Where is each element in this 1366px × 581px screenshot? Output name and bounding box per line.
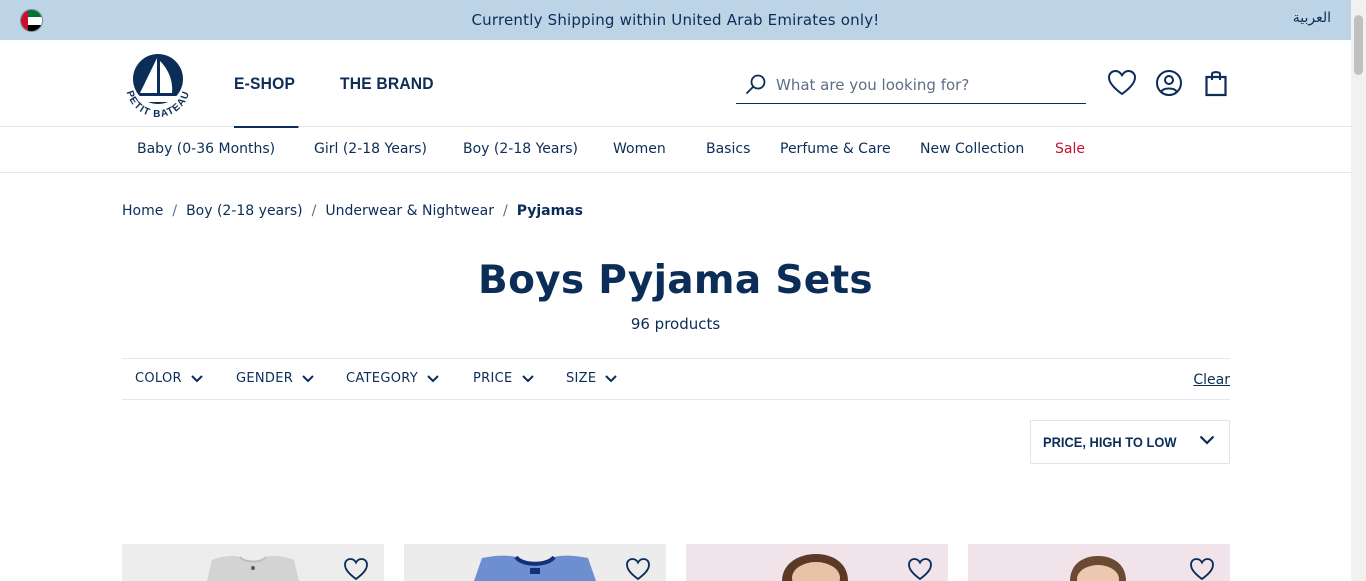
category-new-collection[interactable]: New Collection: [920, 141, 1024, 157]
clear-filters-link[interactable]: Clear: [1193, 372, 1230, 388]
filter-category[interactable]: CATEGORY: [346, 371, 439, 386]
breadcrumb-current: Pyjamas: [516, 203, 583, 219]
header-icons: [1107, 68, 1248, 98]
wishlist-heart-icon[interactable]: [907, 557, 933, 581]
breadcrumb-home[interactable]: Home: [122, 203, 163, 219]
wishlist-heart-icon[interactable]: [343, 557, 369, 581]
breadcrumb-underwear-nightwear[interactable]: Underwear & Nightwear: [325, 203, 494, 219]
nav-eshop[interactable]: E-SHOP: [234, 40, 300, 128]
category-nav: Baby (0-36 Months) Girl (2-18 Years) Boy…: [0, 127, 1351, 173]
chevron-down-icon: [302, 374, 314, 382]
filter-color-label: COLOR: [135, 371, 182, 386]
sort-select[interactable]: PRICE, HIGH TO LOW: [1030, 420, 1230, 464]
search-input[interactable]: [776, 75, 1076, 94]
category-women[interactable]: Women: [613, 141, 666, 157]
filter-bar: COLOR GENDER CATEGORY PRICE SIZE Clear: [122, 358, 1230, 400]
breadcrumb-boy[interactable]: Boy (2-18 years): [186, 203, 303, 219]
announcement-text: Currently Shipping within United Arab Em…: [471, 11, 880, 29]
chevron-down-icon: [427, 374, 439, 382]
breadcrumb-separator: /: [502, 203, 508, 219]
site-header: PETIT BATEAU E-SHOP THE BRAND: [0, 40, 1351, 128]
nav-the-brand[interactable]: THE BRAND: [340, 40, 434, 127]
category-basics[interactable]: Basics: [706, 141, 750, 157]
search-bar: [736, 66, 1086, 104]
filter-price-label: PRICE: [473, 371, 513, 386]
breadcrumb-separator: /: [172, 203, 178, 219]
category-girl[interactable]: Girl (2-18 Years): [314, 141, 427, 157]
page-scrollbar[interactable]: [1351, 0, 1366, 581]
product-count: 96 products: [630, 315, 721, 333]
language-switch[interactable]: العربية: [1293, 10, 1331, 26]
filter-price[interactable]: PRICE: [473, 371, 534, 386]
main-nav: E-SHOP THE BRAND: [234, 40, 482, 128]
breadcrumb: Home / Boy (2-18 years) / Underwear & Ni…: [122, 203, 583, 219]
chevron-down-icon: [191, 374, 203, 382]
product-card[interactable]: [404, 544, 666, 581]
filter-size[interactable]: SIZE: [566, 371, 618, 386]
page-title: Boys Pyjama Sets: [478, 258, 873, 303]
chevron-down-icon: [605, 374, 618, 382]
product-card[interactable]: [968, 544, 1230, 581]
uae-flag-icon[interactable]: [20, 9, 43, 32]
category-boy[interactable]: Boy (2-18 Years): [463, 141, 578, 157]
scrollbar-thumb[interactable]: [1354, 15, 1363, 75]
chevron-down-icon: [1199, 435, 1215, 445]
category-sale[interactable]: Sale: [1055, 141, 1085, 157]
account-icon[interactable]: [1154, 68, 1184, 98]
wishlist-icon[interactable]: [1107, 68, 1137, 98]
product-card[interactable]: [686, 544, 948, 581]
filter-gender[interactable]: GENDER: [236, 371, 314, 386]
wishlist-heart-icon[interactable]: [625, 557, 651, 581]
sort-select-label: PRICE, HIGH TO LOW: [1043, 434, 1177, 450]
chevron-down-icon: [521, 374, 534, 382]
filter-category-label: CATEGORY: [346, 371, 418, 386]
filter-gender-label: GENDER: [236, 371, 294, 386]
category-baby[interactable]: Baby (0-36 Months): [137, 141, 275, 157]
wishlist-heart-icon[interactable]: [1189, 557, 1215, 581]
brand-logo[interactable]: PETIT BATEAU: [120, 49, 196, 121]
product-card[interactable]: [122, 544, 384, 581]
search-icon[interactable]: [744, 73, 768, 97]
shopping-bag-icon[interactable]: [1201, 68, 1231, 98]
filter-size-label: SIZE: [566, 371, 597, 386]
category-perfume-care[interactable]: Perfume & Care: [780, 141, 891, 157]
filter-color[interactable]: COLOR: [135, 371, 203, 386]
announcement-bar: Currently Shipping within United Arab Em…: [0, 0, 1351, 40]
breadcrumb-separator: /: [311, 203, 317, 219]
